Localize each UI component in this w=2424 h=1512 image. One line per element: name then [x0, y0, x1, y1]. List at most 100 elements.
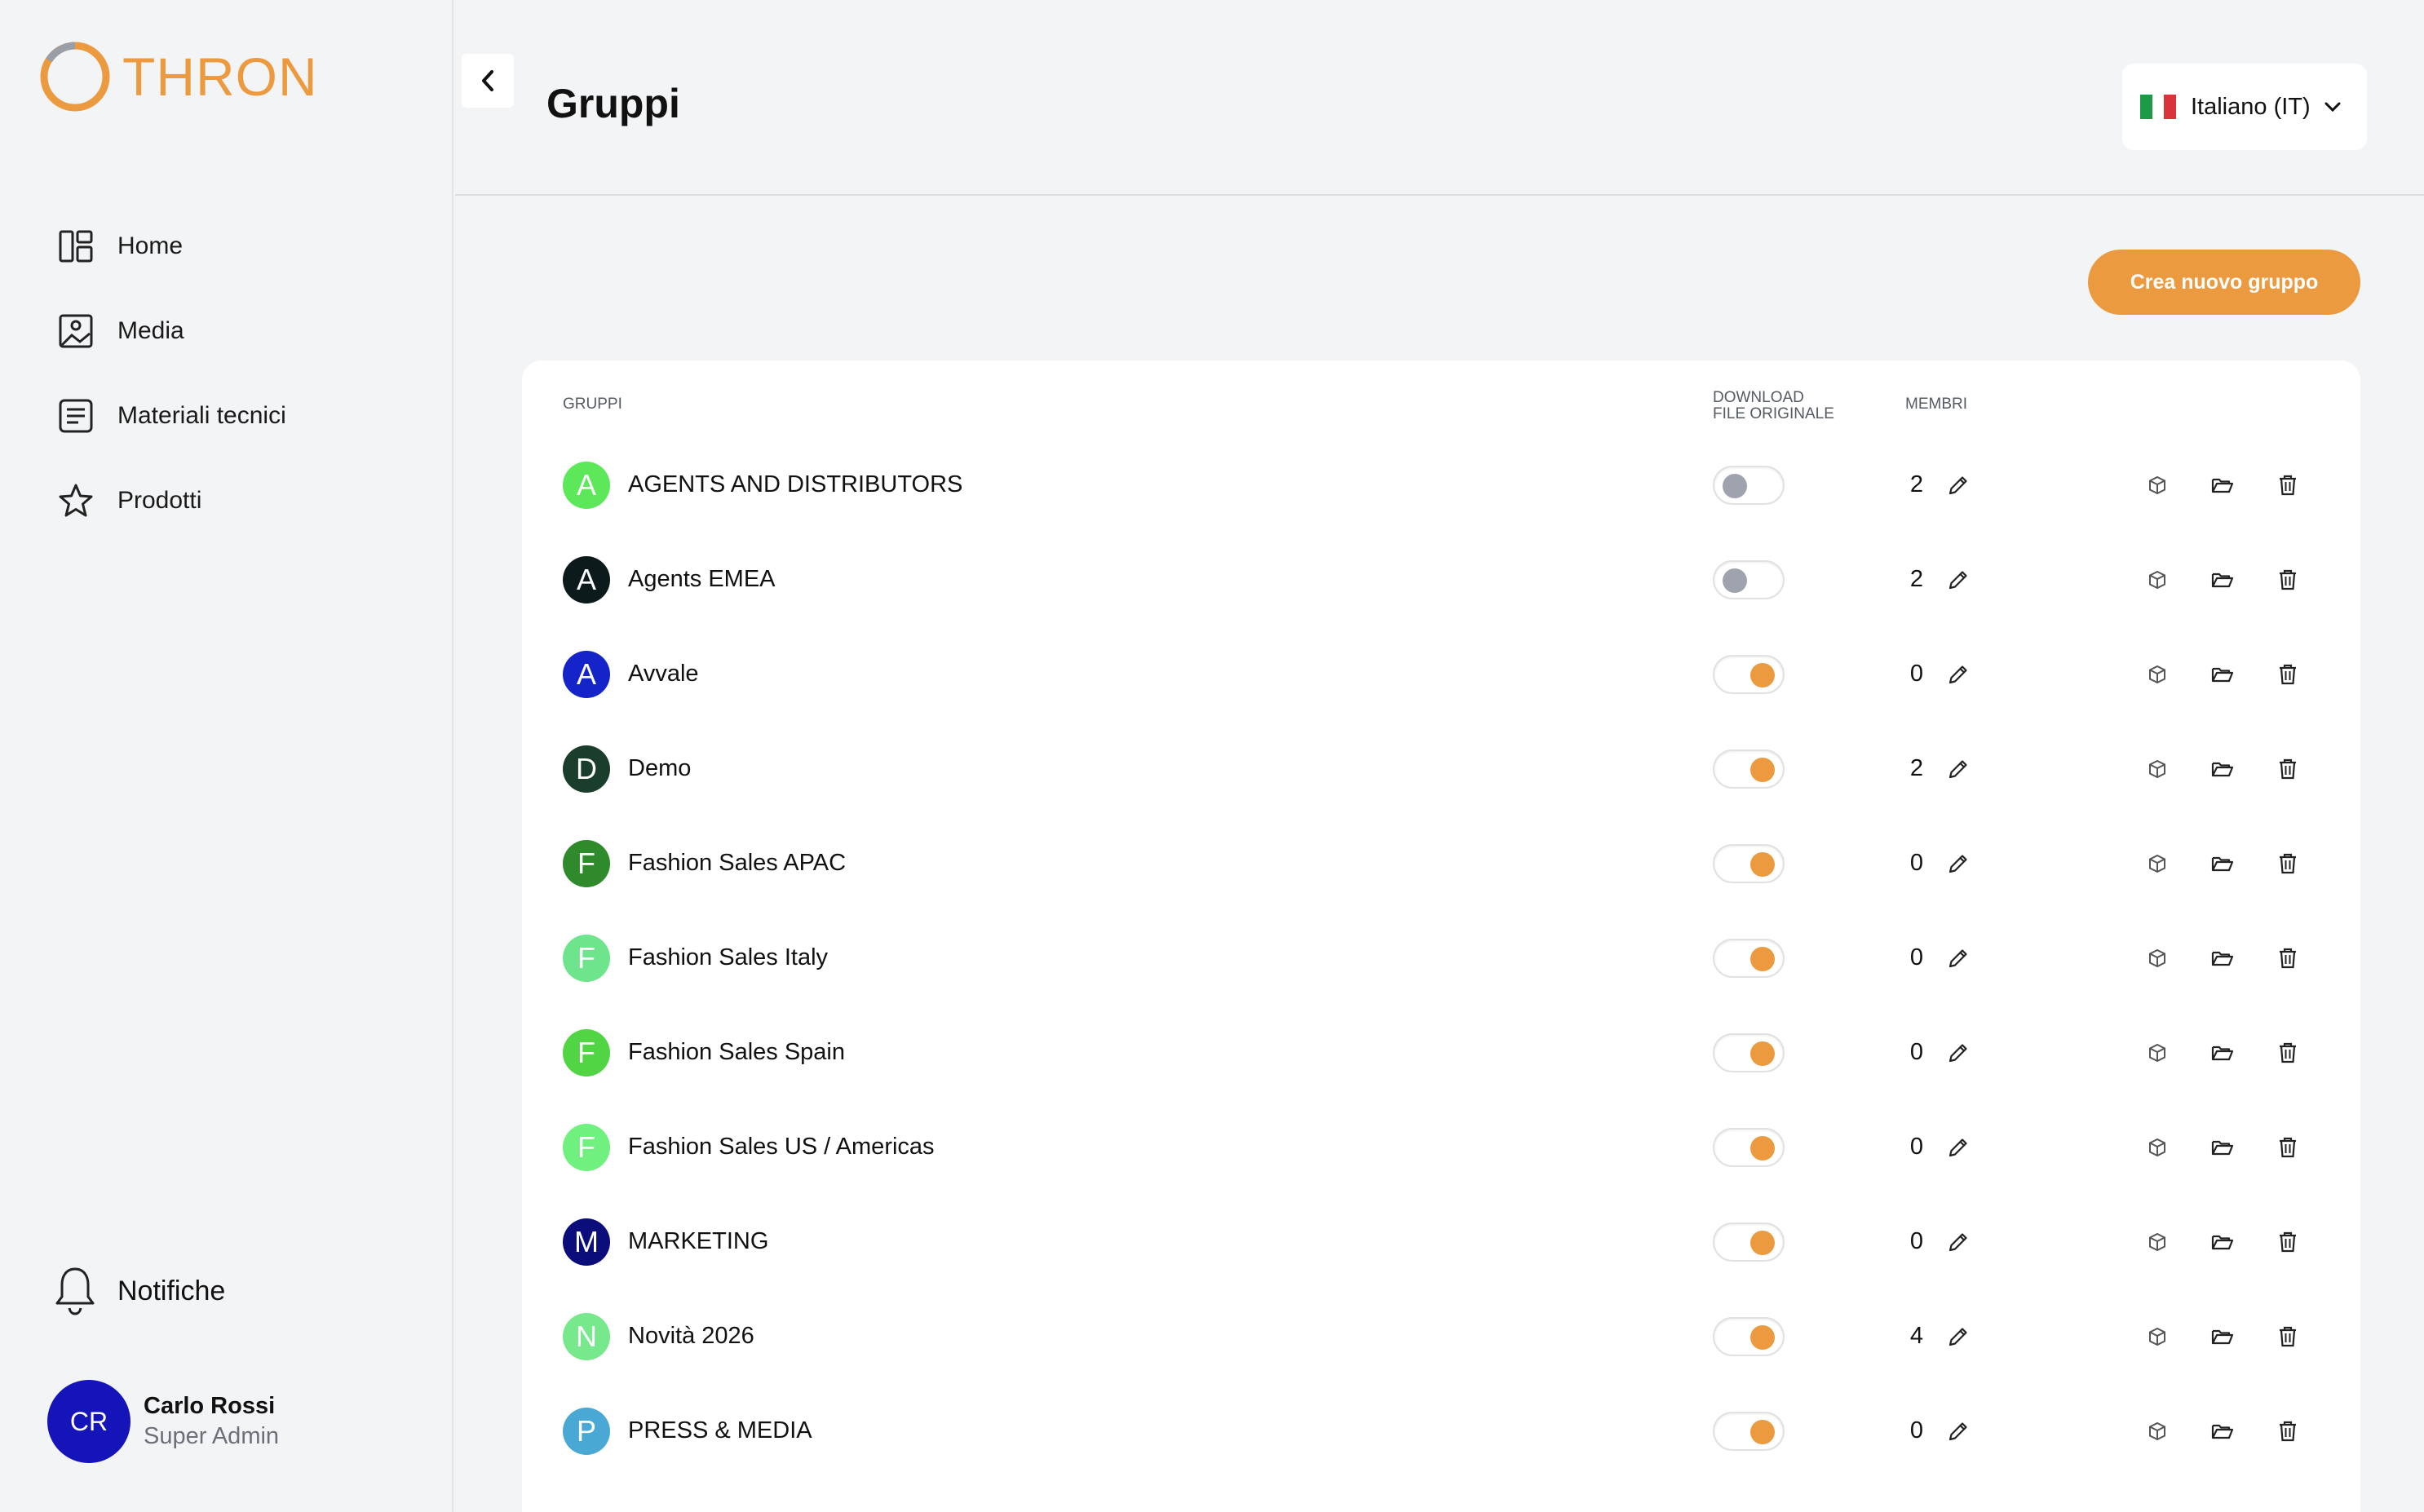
trash-icon[interactable]: [2276, 946, 2300, 970]
download-toggle[interactable]: [1713, 749, 1785, 789]
cube-icon[interactable]: [2145, 1135, 2170, 1160]
cube-icon[interactable]: [2145, 473, 2170, 497]
group-avatar: F: [563, 1124, 610, 1171]
language-label: Italiano (IT): [2191, 93, 2311, 120]
thron-logo[interactable]: THRON: [38, 39, 318, 114]
pencil-icon[interactable]: [1946, 1230, 1971, 1254]
pencil-icon[interactable]: [1946, 1419, 1971, 1443]
sidebar: THRON Home Media Materiali tecnici Prodo…: [0, 0, 453, 1512]
notifications-button[interactable]: Notifiche: [54, 1266, 225, 1316]
toggle-knob: [1750, 1136, 1775, 1161]
pencil-icon[interactable]: [1946, 662, 1971, 687]
toggle-knob: [1723, 474, 1747, 498]
cube-icon[interactable]: [2145, 662, 2170, 687]
folder-open-icon[interactable]: [2210, 568, 2235, 592]
image-icon: [59, 314, 93, 348]
cube-icon[interactable]: [2145, 851, 2170, 876]
folder-open-icon[interactable]: [2210, 946, 2235, 970]
cube-icon[interactable]: [2145, 1324, 2170, 1349]
sidebar-item-media[interactable]: Media: [57, 289, 286, 374]
folder-open-icon[interactable]: [2210, 473, 2235, 497]
column-header-download-line1: DOWNLOAD: [1713, 389, 1804, 406]
pencil-icon[interactable]: [1946, 1135, 1971, 1160]
table-row: A Agents EMEA 2: [522, 556, 2360, 651]
trash-icon[interactable]: [2276, 662, 2300, 687]
pencil-icon[interactable]: [1946, 1324, 1971, 1349]
folder-open-icon[interactable]: [2210, 851, 2235, 876]
group-name[interactable]: AGENTS AND DISTRIBUTORS: [628, 471, 962, 498]
table-row: A AGENTS AND DISTRIBUTORS 2: [522, 462, 2360, 556]
language-select[interactable]: Italiano (IT): [2122, 64, 2367, 150]
trash-icon[interactable]: [2276, 757, 2300, 781]
user-profile[interactable]: CR Carlo Rossi Super Admin: [47, 1380, 279, 1463]
cube-icon[interactable]: [2145, 757, 2170, 781]
cube-icon[interactable]: [2145, 1230, 2170, 1254]
folder-open-icon[interactable]: [2210, 662, 2235, 687]
cube-icon[interactable]: [2145, 1419, 2170, 1443]
trash-icon[interactable]: [2276, 851, 2300, 876]
group-name[interactable]: Fashion Sales Spain: [628, 1039, 845, 1066]
download-toggle[interactable]: [1713, 1222, 1785, 1262]
trash-icon[interactable]: [2276, 1324, 2300, 1349]
download-toggle[interactable]: [1713, 1128, 1785, 1167]
trash-icon[interactable]: [2276, 568, 2300, 592]
group-avatar: A: [563, 462, 610, 509]
group-name[interactable]: PRESS & MEDIA: [628, 1417, 812, 1444]
pencil-icon[interactable]: [1946, 1041, 1971, 1065]
pencil-icon[interactable]: [1946, 757, 1971, 781]
pencil-icon[interactable]: [1946, 946, 1971, 970]
sidebar-item-home[interactable]: Home: [57, 204, 286, 289]
trash-icon[interactable]: [2276, 473, 2300, 497]
logo-text: THRON: [122, 46, 318, 107]
group-avatar: F: [563, 935, 610, 982]
group-name[interactable]: Fashion Sales Italy: [628, 944, 828, 971]
cube-icon[interactable]: [2145, 1041, 2170, 1065]
download-toggle[interactable]: [1713, 466, 1785, 505]
pencil-icon[interactable]: [1946, 473, 1971, 497]
back-button[interactable]: [462, 54, 514, 108]
members-count: 0: [1909, 850, 1924, 876]
download-toggle[interactable]: [1713, 1412, 1785, 1451]
folder-open-icon[interactable]: [2210, 1419, 2235, 1443]
group-name[interactable]: MARKETING: [628, 1228, 768, 1255]
group-name[interactable]: Avvale: [628, 661, 699, 687]
user-role: Super Admin: [144, 1423, 280, 1449]
sidebar-item-prodotti[interactable]: Prodotti: [57, 458, 286, 543]
avatar: CR: [47, 1380, 130, 1463]
folder-open-icon[interactable]: [2210, 1324, 2235, 1349]
trash-icon[interactable]: [2276, 1041, 2300, 1065]
create-group-button[interactable]: Crea nuovo gruppo: [2088, 250, 2360, 315]
table-row: F Fashion Sales APAC 0: [522, 840, 2360, 935]
download-toggle[interactable]: [1713, 844, 1785, 883]
page-title: Gruppi: [546, 81, 680, 126]
sidebar-item-materiali-tecnici[interactable]: Materiali tecnici: [57, 374, 286, 458]
download-toggle[interactable]: [1713, 939, 1785, 978]
bell-icon: [55, 1267, 95, 1315]
toggle-knob: [1750, 758, 1775, 782]
group-name[interactable]: Novità 2026: [628, 1323, 754, 1350]
folder-open-icon[interactable]: [2210, 1041, 2235, 1065]
folder-open-icon[interactable]: [2210, 1230, 2235, 1254]
download-toggle[interactable]: [1713, 655, 1785, 694]
group-name[interactable]: Fashion Sales APAC: [628, 850, 846, 877]
pencil-icon[interactable]: [1946, 851, 1971, 876]
trash-icon[interactable]: [2276, 1419, 2300, 1443]
download-toggle[interactable]: [1713, 560, 1785, 599]
table-row: F Fashion Sales US / Americas 0: [522, 1124, 2360, 1218]
pencil-icon[interactable]: [1946, 568, 1971, 592]
toggle-knob: [1750, 663, 1775, 687]
group-name[interactable]: Demo: [628, 755, 691, 782]
download-toggle[interactable]: [1713, 1033, 1785, 1072]
group-name[interactable]: Agents EMEA: [628, 566, 776, 593]
logo-ring-icon: [40, 42, 110, 112]
folder-open-icon[interactable]: [2210, 1135, 2235, 1160]
cube-icon[interactable]: [2145, 946, 2170, 970]
trash-icon[interactable]: [2276, 1230, 2300, 1254]
chevron-down-icon: [2324, 102, 2341, 113]
group-avatar: M: [563, 1218, 610, 1266]
cube-icon[interactable]: [2145, 568, 2170, 592]
download-toggle[interactable]: [1713, 1317, 1785, 1356]
folder-open-icon[interactable]: [2210, 757, 2235, 781]
group-name[interactable]: Fashion Sales US / Americas: [628, 1134, 935, 1161]
trash-icon[interactable]: [2276, 1135, 2300, 1160]
